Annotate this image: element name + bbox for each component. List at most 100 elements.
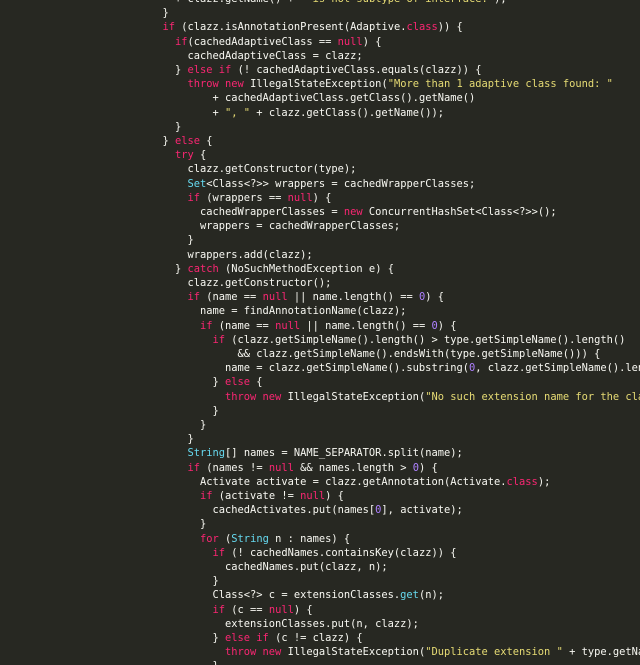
code-token: (activate !=: [212, 490, 301, 502]
code-token: (: [218, 532, 232, 545]
code-token: if: [175, 35, 188, 48]
code-token: }: [187, 433, 194, 446]
code-token: (NoSuchMethodException e) {: [218, 262, 394, 275]
code-line: } else if (c != clazz) {: [213, 631, 363, 645]
code-line: }: [213, 404, 219, 418]
code-token: name = clazz.getSimpleName().substring(: [225, 362, 469, 375]
code-line: + ", " + clazz.getClass().getName());: [213, 106, 444, 120]
code-token: else if: [187, 64, 232, 76]
code-token: +: [212, 106, 226, 119]
code-line: clazz.getConstructor();: [188, 276, 332, 290]
code-token: }: [212, 404, 219, 417]
code-token: (cachedAdaptiveClass ==: [187, 35, 338, 48]
code-token: name = findAnnotationName(clazz);: [200, 305, 407, 318]
code-token: && names.length >: [293, 461, 413, 474]
code-token: clazz.getConstructor();: [187, 277, 332, 289]
code-line: && clazz.getSimpleName().endsWith(type.g…: [238, 347, 601, 361]
code-token: if: [187, 291, 201, 304]
code-token: if: [200, 319, 213, 332]
code-token: ) {: [312, 191, 332, 204]
code-token: (wrappers ==: [200, 191, 288, 204]
code-token: IllegalStateException(: [281, 390, 426, 403]
code-line: } else {: [213, 375, 263, 389]
code-token: throw new: [225, 646, 282, 659]
code-token: if: [187, 461, 201, 474]
code-token: + type.getName: [569, 646, 640, 659]
code-token: ], activate);: [381, 504, 463, 517]
code-line: wrappers.add(clazz);: [188, 248, 313, 262]
code-token: new: [343, 206, 363, 218]
code-token: + clazz.getName() +: [175, 0, 300, 5]
code-line: }: [188, 233, 194, 247]
code-token: ) {: [325, 490, 344, 502]
code-token: null: [268, 461, 294, 474]
code-token: }: [175, 64, 188, 76]
code-token: else if: [225, 632, 269, 644]
code-line: if (! cachedNames.containsKey(clazz)) {: [213, 546, 457, 560]
code-token: + clazz.getClass().getName());: [250, 106, 444, 119]
code-token: wrappers = cachedWrapperClasses;: [200, 220, 401, 233]
code-line: cachedAdaptiveClass = clazz;: [188, 49, 363, 63]
code-line: clazz.getConstructor(type);: [188, 162, 357, 176]
code-token: }: [187, 234, 194, 247]
code-token: IllegalStateException(: [243, 78, 388, 91]
code-token: , clazz.getSimpleName().length: [475, 362, 640, 375]
code-token: get: [400, 589, 419, 602]
code-token: " is not subtype of interface.": [300, 0, 494, 5]
code-token: }: [162, 135, 176, 147]
code-token: n : names) {: [268, 532, 351, 545]
code-token: }: [212, 575, 219, 588]
code-editor[interactable]: + clazz.getName() + " is not subtype of …: [0, 0, 640, 665]
code-line: String[] names = NAME_SEPARATOR.split(na…: [188, 446, 463, 460]
code-token: for: [200, 532, 219, 545]
code-token: "More than 1 adaptive class found: ": [387, 78, 613, 91]
code-line: Set<Class<?>> wrappers = cachedWrapperCl…: [188, 177, 476, 191]
code-line: wrappers = cachedWrapperClasses;: [200, 219, 400, 233]
code-line: if (clazz.getSimpleName().length() > typ…: [213, 333, 626, 347]
code-token: class: [406, 21, 438, 34]
code-token: }: [162, 7, 169, 20]
code-token: if: [212, 546, 226, 559]
code-token: + cachedAdaptiveClass.getClass().getName…: [212, 92, 476, 105]
code-token: if: [162, 21, 176, 34]
code-token: "Duplicate extension ": [425, 646, 563, 659]
code-token: (n);: [418, 589, 444, 602]
code-token: Class<?> c = extensionClasses.: [212, 589, 401, 602]
code-line: }: [200, 517, 206, 531]
code-line: } else {: [163, 134, 213, 148]
code-token: }: [200, 518, 207, 531]
code-line: if(cachedAdaptiveClass == null) {: [175, 35, 381, 49]
code-token: try: [175, 149, 194, 162]
code-token: ) {: [419, 461, 438, 474]
code-token: {: [193, 149, 207, 162]
code-token: [] names = NAME_SEPARATOR.split(name);: [225, 447, 463, 460]
code-token: if: [200, 490, 213, 502]
code-line: + clazz.getName() + " is not subtype of …: [175, 0, 507, 6]
code-token: (clazz.getSimpleName().length() > type.g…: [225, 333, 626, 346]
code-token: null: [300, 490, 326, 502]
code-token: extensionClasses.put(n, clazz);: [225, 617, 419, 630]
code-token: if: [212, 603, 226, 616]
code-token: cachedAdaptiveClass = clazz;: [187, 49, 363, 62]
code-line: throw new IllegalStateException("No such…: [225, 390, 640, 404]
code-line: }: [188, 432, 194, 446]
code-line: }: [175, 120, 181, 134]
code-token: "No such extension name for the class ": [425, 390, 640, 403]
code-token: cachedNames.put(clazz, n);: [225, 561, 388, 573]
code-token: }: [212, 632, 226, 644]
code-token: if: [212, 333, 226, 346]
code-line: cachedNames.put(clazz, n);: [225, 560, 388, 574]
code-token: || name.length() ==: [300, 319, 432, 332]
code-line: }: [200, 418, 206, 432]
code-token: }: [175, 120, 182, 133]
code-line: if (clazz.isAnnotationPresent(Adaptive.c…: [163, 20, 463, 34]
code-token: else: [225, 376, 251, 389]
code-line: + cachedAdaptiveClass.getClass().getName…: [213, 91, 476, 105]
code-token: Set: [187, 177, 207, 190]
code-token: (clazz.isAnnotationPresent(Adaptive.: [175, 21, 407, 34]
code-token: throw new: [187, 78, 244, 91]
code-line: if (name == null || name.length() == 0) …: [200, 319, 457, 333]
code-token: class: [506, 475, 538, 488]
code-token: cachedActivates.put(names[: [212, 504, 376, 517]
code-token: (name ==: [200, 291, 263, 304]
